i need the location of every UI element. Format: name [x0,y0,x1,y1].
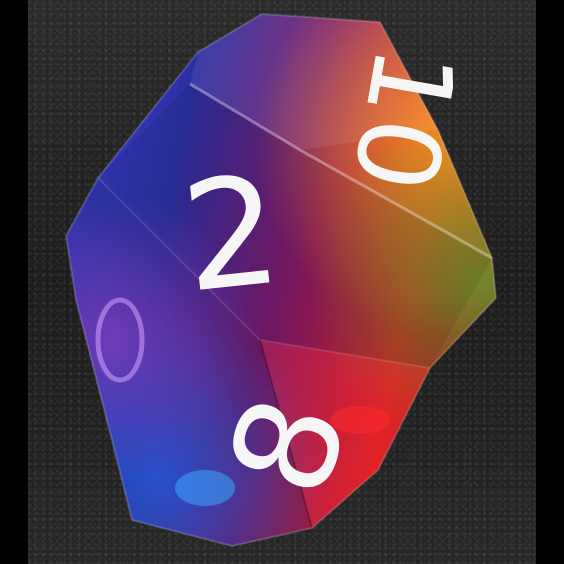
die-face-2: 2 [175,144,288,327]
photo: 10 2 8 [0,0,564,564]
d10-die-icon: 10 2 8 [65,13,497,547]
die-face-10: 10 [327,38,480,201]
